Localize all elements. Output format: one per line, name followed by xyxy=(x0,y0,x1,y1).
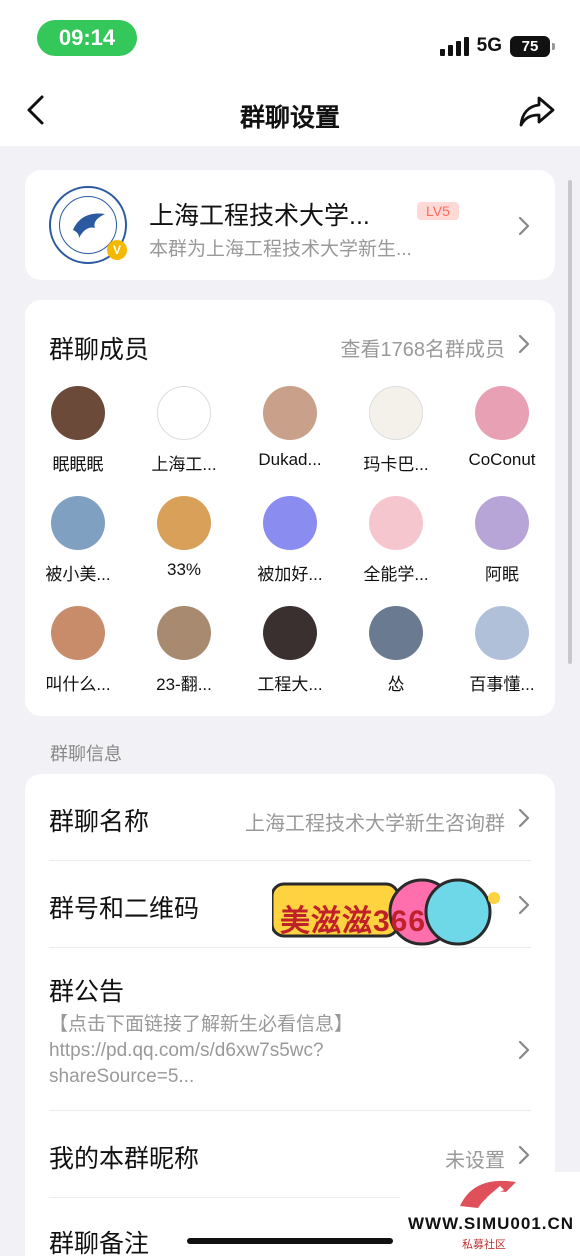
battery-icon: 75 xyxy=(510,35,555,57)
watermark: WWW.SIMU001.CN 私募社区 xyxy=(400,1172,580,1256)
member-avatar xyxy=(475,606,529,660)
member-avatar xyxy=(157,496,211,550)
status-time: 09:14 xyxy=(37,20,137,56)
member-name: 33% xyxy=(166,560,202,579)
watermark-logo-icon xyxy=(460,1180,516,1208)
group-profile-card[interactable]: V 上海工程技术大学... LV5 本群为上海工程技术大学新生... xyxy=(25,170,555,280)
member-avatar xyxy=(369,496,423,550)
member-item[interactable]: 上海工... xyxy=(131,386,237,475)
member-item[interactable]: 百事懂... xyxy=(449,606,555,695)
my-nickname-value: 未设置 xyxy=(445,1150,505,1172)
chevron-right-icon[interactable] xyxy=(517,333,531,355)
watermark-subtext: 私募社区 xyxy=(462,1239,506,1251)
university-logo-icon xyxy=(73,213,105,238)
member-name: 百事懂... xyxy=(469,675,535,694)
member-item[interactable]: 全能学... xyxy=(343,496,449,585)
member-name: 被小美... xyxy=(45,565,111,584)
watermark-text: WWW.SIMU001.CN xyxy=(408,1214,575,1233)
member-name: 23-翻... xyxy=(156,675,212,694)
chevron-right-icon xyxy=(518,1040,530,1060)
chevron-right-icon xyxy=(518,216,530,236)
scroll-indicator[interactable] xyxy=(568,180,572,664)
row-group-notice[interactable]: 群公告 【点击下面链接了解新生必看信息】 https://pd.qq.com/s… xyxy=(25,948,555,1110)
member-item[interactable]: 被加好... xyxy=(237,496,343,585)
view-all-members-link[interactable]: 查看1768名群成员 xyxy=(341,333,506,362)
sticker-overlay: 美滋滋366 xyxy=(270,868,512,958)
group-members-card: 群聊成员 查看1768名群成员 眠眠眠 上海工... Dukad... 玛卡巴... C… xyxy=(25,300,555,716)
member-name: 玛卡巴... xyxy=(363,455,429,474)
member-avatar xyxy=(475,386,529,440)
member-item[interactable]: 阿眠 xyxy=(449,496,555,585)
member-avatar xyxy=(157,606,211,660)
group-name-value: 上海工程技术大学新生咨询群 xyxy=(245,813,505,835)
my-nickname-label: 我的本群昵称 xyxy=(49,1145,200,1173)
member-name: 上海工... xyxy=(151,455,217,474)
member-name: Dukad... xyxy=(258,450,322,469)
member-name: 全能学... xyxy=(363,565,429,584)
chevron-right-icon xyxy=(518,895,530,915)
home-indicator[interactable] xyxy=(187,1238,393,1244)
member-avatar xyxy=(51,606,105,660)
chevron-right-icon xyxy=(518,808,530,828)
page-title: 群聊设置 xyxy=(239,104,340,132)
notice-line-3: shareSource=5... xyxy=(49,1066,195,1087)
status-bar: 09:14 5G 75 xyxy=(0,0,580,78)
member-name: 眠眠眠 xyxy=(52,455,104,474)
member-name: 怂 xyxy=(387,675,405,694)
member-avatar xyxy=(263,606,317,660)
member-avatar xyxy=(51,386,105,440)
member-avatar xyxy=(369,606,423,660)
group-remark-label: 群聊备注 xyxy=(49,1230,150,1256)
member-avatar xyxy=(263,386,317,440)
member-name: 被加好... xyxy=(257,565,323,584)
row-group-name[interactable]: 群聊名称 上海工程技术大学新生咨询群 xyxy=(25,774,555,860)
chevron-right-icon xyxy=(518,1145,530,1165)
group-avatar: V xyxy=(49,186,127,264)
member-avatar xyxy=(475,496,529,550)
group-description: 本群为上海工程技术大学新生... xyxy=(149,239,412,260)
member-item[interactable]: 怂 xyxy=(343,606,449,695)
member-item[interactable]: Dukad... xyxy=(237,386,343,470)
member-item[interactable]: 玛卡巴... xyxy=(343,386,449,475)
cellular-signal-icon xyxy=(439,36,469,56)
member-item[interactable]: 33% xyxy=(131,496,237,580)
network-type: 5G xyxy=(476,35,502,56)
member-name: 叫什么... xyxy=(45,675,111,694)
member-item[interactable]: 眠眠眠 xyxy=(25,386,131,475)
group-name-label: 群聊名称 xyxy=(49,808,150,836)
group-name: 上海工程技术大学... xyxy=(149,202,370,230)
member-avatar xyxy=(157,386,211,440)
member-item[interactable]: 工程大... xyxy=(237,606,343,695)
member-item[interactable]: 叫什么... xyxy=(25,606,131,695)
member-item[interactable]: 被小美... xyxy=(25,496,131,585)
member-name: 阿眠 xyxy=(485,565,519,584)
group-notice-text: 【点击下面链接了解新生必看信息】 https://pd.qq.com/s/d6x… xyxy=(49,1012,449,1090)
group-level-badge: LV5 xyxy=(417,202,459,220)
nav-bar: 群聊设置 xyxy=(0,78,580,146)
verified-badge: V xyxy=(107,240,127,260)
section-label-group-info: 群聊信息 xyxy=(50,744,122,764)
status-indicators: 5G 75 xyxy=(439,34,555,58)
members-title: 群聊成员 xyxy=(49,336,150,364)
group-notice-label: 群公告 xyxy=(49,978,125,1006)
share-icon[interactable] xyxy=(518,92,556,130)
member-avatar xyxy=(369,386,423,440)
member-name: CoConut xyxy=(468,450,536,469)
member-name: 工程大... xyxy=(257,675,323,694)
notice-line-2: https://pd.qq.com/s/d6xw7s5wc? xyxy=(49,1040,324,1061)
member-avatar xyxy=(51,496,105,550)
sticker-text: 美滋滋366 xyxy=(280,905,427,938)
group-qr-label: 群号和二维码 xyxy=(49,895,200,923)
member-item[interactable]: CoConut xyxy=(449,386,555,470)
member-avatar xyxy=(263,496,317,550)
member-item[interactable]: 23-翻... xyxy=(131,606,237,695)
notice-line-1: 【点击下面链接了解新生必看信息】 xyxy=(49,1014,354,1035)
